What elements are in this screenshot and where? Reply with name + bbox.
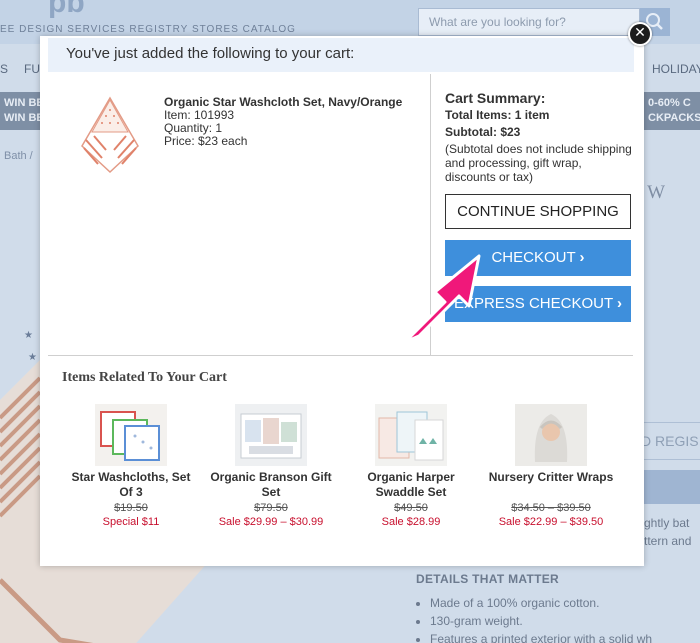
related-item-thumbnail[interactable]: [235, 404, 307, 466]
chevron-right-icon: ›: [579, 249, 585, 266]
horizontal-divider: [48, 355, 633, 356]
related-item-sale-price: Sale $28.99: [381, 516, 441, 528]
related-item-name[interactable]: Organic Harper Swaddle Set: [346, 470, 476, 500]
details-item: Features a printed exterior with a solid…: [430, 630, 652, 643]
related-item-thumbnail[interactable]: [375, 404, 447, 466]
related-items-title: Items Related To Your Cart: [62, 370, 227, 385]
related-item[interactable]: Nursery Critter Wraps $34.50 – $39.50 Sa…: [486, 404, 616, 528]
promo-banner-left: WIN BE WIN BED: [0, 92, 52, 130]
nav-item-holiday[interactable]: HOLIDAY: [652, 62, 700, 76]
total-items: Total Items: 1 item: [445, 108, 550, 122]
nav-item[interactable]: S: [0, 62, 8, 76]
close-icon: ✕: [634, 25, 646, 41]
nav-item[interactable]: FU: [24, 62, 40, 76]
subtotal: Subtotal: $23: [445, 125, 521, 139]
related-item-original-price: $79.50: [254, 502, 288, 514]
related-item[interactable]: Organic Harper Swaddle Set $49.50 Sale $…: [346, 404, 476, 528]
related-item-original-price: $34.50 – $39.50: [511, 502, 591, 514]
site-logo: pb: [48, 0, 85, 19]
product-thumbnail: [81, 96, 139, 174]
cart-summary: Cart Summary: Total Items: 1 item Subtot…: [445, 90, 635, 184]
details-item: 130-gram weight.: [430, 612, 652, 630]
product-description: ghtly bat ttern and: [644, 516, 692, 548]
details-item: Made of a 100% organic cotton.: [430, 594, 652, 612]
star-icon: ★: [24, 330, 33, 341]
related-item-sale-price: Special $11: [102, 516, 160, 528]
breadcrumb[interactable]: Bath /: [4, 150, 33, 162]
pointer-arrow-icon: [403, 254, 481, 344]
modal-header: You've just added the following to your …: [48, 38, 634, 72]
related-item-original-price: $49.50: [394, 502, 428, 514]
search-input[interactable]: What are you looking for?: [418, 8, 640, 36]
promo-banner-right: 0-60% C CKPACKS +: [644, 92, 700, 130]
details-heading: DETAILS THAT MATTER: [416, 572, 560, 586]
related-item-original-price: $19.50: [114, 502, 148, 514]
continue-shopping-button[interactable]: CONTINUE SHOPPING: [445, 194, 631, 229]
related-item[interactable]: Star Washcloths, Set Of 3 $19.50 Special…: [66, 404, 196, 528]
product-price: Price: $23 each: [164, 134, 248, 148]
added-to-cart-modal: You've just added the following to your …: [40, 22, 652, 566]
related-item-sale-price: Sale $22.99 – $39.50: [498, 516, 604, 528]
close-button[interactable]: ✕: [628, 22, 652, 46]
details-list: Made of a 100% organic cotton. 130-gram …: [430, 594, 652, 643]
subtotal-note: (Subtotal does not include shipping and …: [445, 142, 632, 184]
modal-title: You've just added the following to your …: [66, 45, 355, 62]
top-nav: EE DESIGN SERVICES REGISTRY STORES CATAL…: [0, 24, 296, 35]
related-item[interactable]: Organic Branson Gift Set $79.50 Sale $29…: [206, 404, 336, 528]
star-icon: ★: [28, 352, 37, 363]
related-item-name[interactable]: Star Washcloths, Set Of 3: [66, 470, 196, 500]
cart-summary-title: Cart Summary:: [445, 90, 546, 106]
related-item-name[interactable]: Nursery Critter Wraps: [486, 470, 616, 500]
product-info: Organic Star Washcloth Set, Navy/Orange …: [164, 96, 414, 148]
related-item-sale-price: Sale $29.99 – $30.99: [218, 516, 324, 528]
chevron-right-icon: ›: [617, 295, 623, 312]
related-item-name[interactable]: Organic Branson Gift Set: [206, 470, 336, 500]
related-item-thumbnail[interactable]: [95, 404, 167, 466]
related-item-thumbnail[interactable]: [515, 404, 587, 466]
